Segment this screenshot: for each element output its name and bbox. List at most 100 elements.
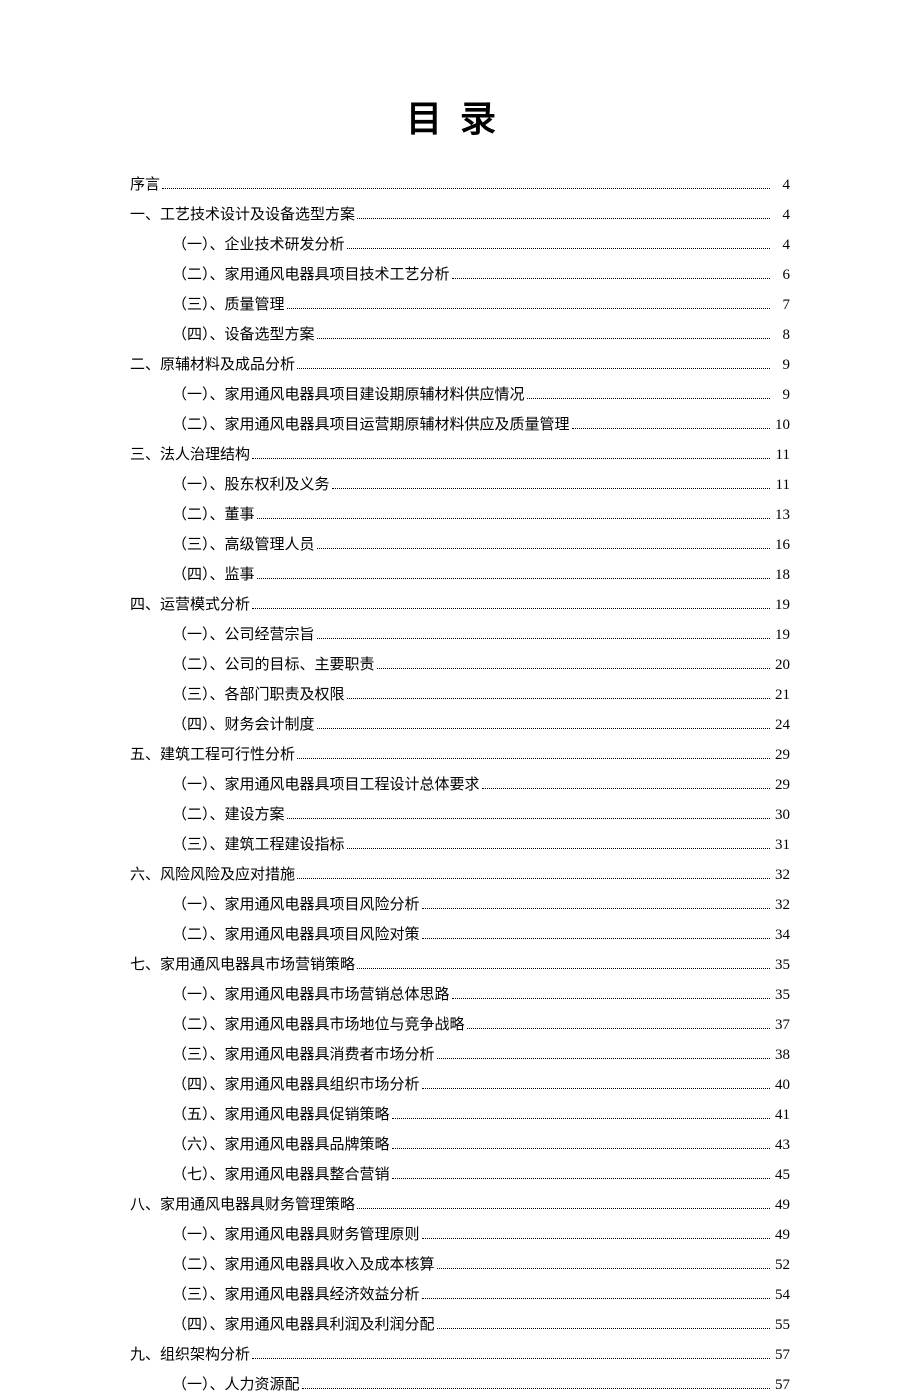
toc-entry-label: （一）、家用通风电器具项目建设期原辅材料供应情况 bbox=[172, 380, 525, 410]
toc-leader-dots bbox=[357, 206, 770, 220]
toc-leader-dots bbox=[317, 716, 770, 730]
toc-entry: （二）、公司的目标、主要职责 20 bbox=[130, 650, 790, 680]
toc-entry-label: 二、原辅材料及成品分析 bbox=[130, 350, 295, 380]
toc-leader-dots bbox=[482, 776, 770, 790]
toc-entry: （二）、家用通风电器具项目运营期原辅材料供应及质量管理10 bbox=[130, 410, 790, 440]
toc-entry-page: 18 bbox=[772, 560, 790, 590]
toc-entry: （四）、家用通风电器具组织市场分析40 bbox=[130, 1070, 790, 1100]
toc-entry-label: 九、组织架构分析 bbox=[130, 1340, 250, 1370]
toc-entry-page: 32 bbox=[772, 860, 790, 890]
toc-leader-dots bbox=[422, 1286, 770, 1300]
toc-entry-label: （一）、企业技术研发分析 bbox=[172, 230, 345, 260]
toc-entry-label: （三）、家用通风电器具消费者市场分析 bbox=[172, 1040, 435, 1070]
toc-entry-label: （三）、高级管理人员 bbox=[172, 530, 315, 560]
toc-entry-label: （一）、股东权利及义务 bbox=[172, 470, 330, 500]
toc-entry-label: 一、工艺技术设计及设备选型方案 bbox=[130, 200, 355, 230]
toc-leader-dots bbox=[392, 1136, 770, 1150]
toc-leader-dots bbox=[392, 1166, 770, 1180]
toc-entry-label: （五）、家用通风电器具促销策略 bbox=[172, 1100, 390, 1130]
toc-entry-page: 57 bbox=[772, 1370, 790, 1400]
toc-entry: （三）、高级管理人员16 bbox=[130, 530, 790, 560]
toc-entry-label: （一）、家用通风电器具市场营销总体思路 bbox=[172, 980, 450, 1010]
toc-entry-page: 37 bbox=[772, 1010, 790, 1040]
toc-entry-page: 49 bbox=[772, 1220, 790, 1250]
toc-entry: （三）、建筑工程建设指标 31 bbox=[130, 830, 790, 860]
toc-entry-label: （四）、监事 bbox=[172, 560, 255, 590]
toc-entry: （六）、家用通风电器具品牌策略43 bbox=[130, 1130, 790, 1160]
toc-entry-page: 9 bbox=[772, 350, 790, 380]
toc-entry-label: （三）、建筑工程建设指标 bbox=[172, 830, 345, 860]
toc-leader-dots bbox=[452, 266, 770, 280]
toc-entry-label: （二）、家用通风电器具项目技术工艺分析 bbox=[172, 260, 450, 290]
toc-entry-page: 54 bbox=[772, 1280, 790, 1310]
toc-entry: （二）、董事13 bbox=[130, 500, 790, 530]
toc-entry-page: 52 bbox=[772, 1250, 790, 1280]
toc-entry-page: 21 bbox=[772, 680, 790, 710]
toc-entry-label: （二）、董事 bbox=[172, 500, 255, 530]
toc-entry-label: （二）、公司的目标、主要职责 bbox=[172, 650, 375, 680]
toc-entry: （四）、家用通风电器具利润及利润分配55 bbox=[130, 1310, 790, 1340]
toc-leader-dots bbox=[297, 356, 770, 370]
table-of-contents: 序言4一、工艺技术设计及设备选型方案4（一）、企业技术研发分析4（二）、家用通风… bbox=[130, 170, 790, 1400]
toc-leader-dots bbox=[357, 1196, 770, 1210]
toc-leader-dots bbox=[467, 1016, 770, 1030]
toc-entry: （一）、股东权利及义务11 bbox=[130, 470, 790, 500]
toc-entry: （五）、家用通风电器具促销策略41 bbox=[130, 1100, 790, 1130]
toc-entry: 八、家用通风电器具财务管理策略49 bbox=[130, 1190, 790, 1220]
toc-entry-page: 40 bbox=[772, 1070, 790, 1100]
toc-leader-dots bbox=[162, 176, 770, 190]
toc-entry-label: （二）、家用通风电器具收入及成本核算 bbox=[172, 1250, 435, 1280]
toc-leader-dots bbox=[317, 326, 770, 340]
toc-entry: 七、家用通风电器具市场营销策略35 bbox=[130, 950, 790, 980]
toc-entry: （一）、家用通风电器具项目工程设计总体要求29 bbox=[130, 770, 790, 800]
toc-entry-page: 45 bbox=[772, 1160, 790, 1190]
toc-entry: （二）、家用通风电器具市场地位与竞争战略 37 bbox=[130, 1010, 790, 1040]
toc-entry-label: （二）、家用通风电器具市场地位与竞争战略 bbox=[172, 1010, 465, 1040]
toc-leader-dots bbox=[437, 1046, 770, 1060]
toc-entry: 五、建筑工程可行性分析29 bbox=[130, 740, 790, 770]
toc-entry-page: 34 bbox=[772, 920, 790, 950]
toc-leader-dots bbox=[347, 686, 770, 700]
toc-leader-dots bbox=[437, 1316, 770, 1330]
toc-entry: （三）、各部门职责及权限 21 bbox=[130, 680, 790, 710]
page-title: 目录 bbox=[130, 90, 790, 142]
toc-leader-dots bbox=[317, 626, 770, 640]
toc-entry: 四、运营模式分析 19 bbox=[130, 590, 790, 620]
toc-entry-label: 四、运营模式分析 bbox=[130, 590, 250, 620]
toc-entry-label: （一）、家用通风电器具项目工程设计总体要求 bbox=[172, 770, 480, 800]
toc-entry-page: 57 bbox=[772, 1340, 790, 1370]
toc-entry-label: （七）、家用通风电器具整合营销 bbox=[172, 1160, 390, 1190]
toc-entry: （一）、人力资源配57 bbox=[130, 1370, 790, 1400]
toc-leader-dots bbox=[317, 536, 770, 550]
toc-entry: （二）、家用通风电器具项目技术工艺分析 6 bbox=[130, 260, 790, 290]
toc-entry-page: 6 bbox=[772, 260, 790, 290]
toc-leader-dots bbox=[377, 656, 770, 670]
toc-entry-page: 7 bbox=[772, 290, 790, 320]
toc-entry-page: 4 bbox=[772, 170, 790, 200]
toc-entry-label: （三）、各部门职责及权限 bbox=[172, 680, 345, 710]
toc-entry-page: 19 bbox=[772, 620, 790, 650]
toc-leader-dots bbox=[252, 596, 770, 610]
toc-leader-dots bbox=[302, 1376, 770, 1390]
toc-leader-dots bbox=[527, 386, 770, 400]
toc-entry-page: 30 bbox=[772, 800, 790, 830]
toc-entry: （一）、家用通风电器具财务管理原则49 bbox=[130, 1220, 790, 1250]
toc-entry-page: 32 bbox=[772, 890, 790, 920]
toc-entry: 一、工艺技术设计及设备选型方案4 bbox=[130, 200, 790, 230]
toc-entry: （一）、企业技术研发分析 4 bbox=[130, 230, 790, 260]
toc-entry: （一）、公司经营宗旨19 bbox=[130, 620, 790, 650]
toc-entry-page: 4 bbox=[772, 230, 790, 260]
toc-entry: （一）、家用通风电器具项目风险分析32 bbox=[130, 890, 790, 920]
toc-entry-page: 24 bbox=[772, 710, 790, 740]
toc-entry-page: 55 bbox=[772, 1310, 790, 1340]
toc-leader-dots bbox=[257, 566, 770, 580]
toc-entry-page: 20 bbox=[772, 650, 790, 680]
toc-entry: （三）、质量管理7 bbox=[130, 290, 790, 320]
toc-entry-page: 19 bbox=[772, 590, 790, 620]
toc-entry-page: 29 bbox=[772, 740, 790, 770]
toc-leader-dots bbox=[422, 896, 770, 910]
toc-entry-label: （六）、家用通风电器具品牌策略 bbox=[172, 1130, 390, 1160]
toc-entry-page: 31 bbox=[772, 830, 790, 860]
toc-entry-label: （四）、设备选型方案 bbox=[172, 320, 315, 350]
toc-entry: （二）、家用通风电器具收入及成本核算 52 bbox=[130, 1250, 790, 1280]
